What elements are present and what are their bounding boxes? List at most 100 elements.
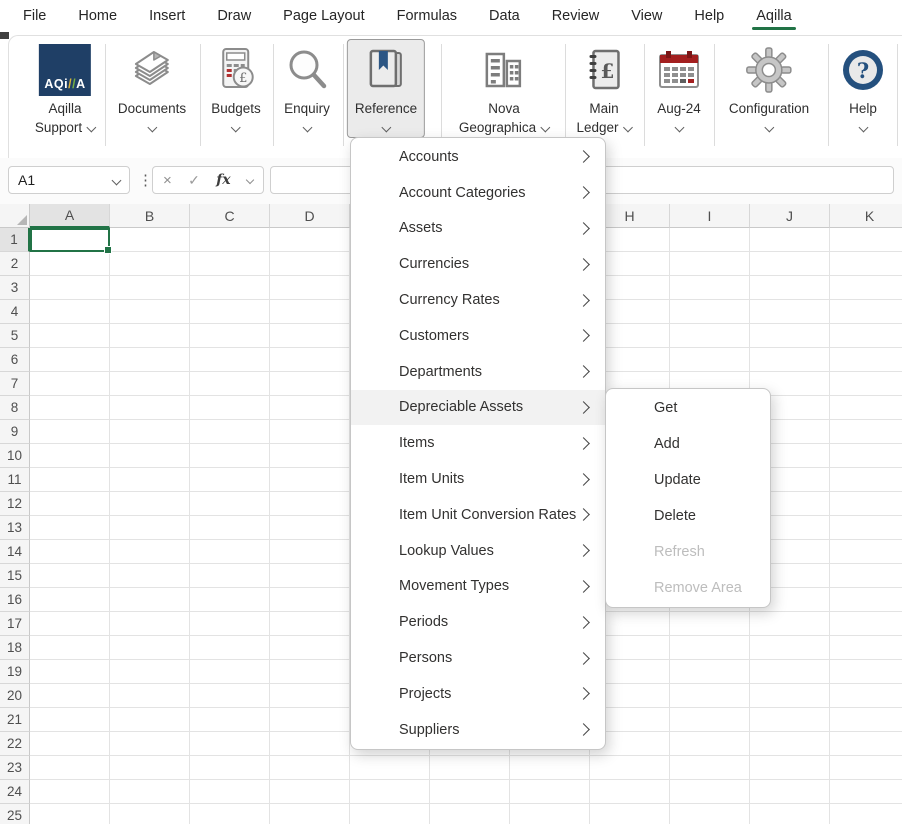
aqilla-support-button[interactable]: AQi//A Aqilla Support	[35, 41, 95, 137]
nova-geographica-button[interactable]: Nova Geographica	[459, 41, 549, 137]
row-header[interactable]: 2	[0, 252, 30, 276]
column-header[interactable]: A	[30, 204, 110, 228]
menubar-tab[interactable]: Home	[77, 3, 118, 29]
row-header[interactable]: 3	[0, 276, 30, 300]
column-header[interactable]: B	[110, 204, 190, 228]
row-header[interactable]: 17	[0, 612, 30, 636]
reference-menu-item[interactable]: Item Unit Conversion Rates	[351, 497, 605, 533]
row-header[interactable]: 20	[0, 684, 30, 708]
row-header[interactable]: 21	[0, 708, 30, 732]
column-header[interactable]: C	[190, 204, 270, 228]
menubar-tab[interactable]: View	[630, 3, 663, 29]
reference-menu-item[interactable]: Assets	[351, 211, 605, 247]
column-header[interactable]: D	[270, 204, 350, 228]
row-header[interactable]: 9	[0, 420, 30, 444]
row-header[interactable]: 4	[0, 300, 30, 324]
row-header[interactable]: 11	[0, 468, 30, 492]
cancel-icon[interactable]: ×	[163, 172, 172, 189]
row-header[interactable]: 14	[0, 540, 30, 564]
menubar-tab[interactable]: Insert	[148, 3, 186, 29]
row-header[interactable]: 12	[0, 492, 30, 516]
reference-menu-item[interactable]: Lookup Values	[351, 533, 605, 569]
name-box[interactable]: A1	[8, 166, 130, 194]
column-header[interactable]: J	[750, 204, 830, 228]
reference-menu-item[interactable]: Persons	[351, 640, 605, 676]
menubar-tab[interactable]: File	[22, 3, 47, 29]
row-header-label: 1	[10, 232, 18, 247]
row-header[interactable]: 18	[0, 636, 30, 660]
row-header[interactable]: 24	[0, 780, 30, 804]
confirm-icon[interactable]: ✓	[188, 172, 200, 189]
row-header[interactable]: 16	[0, 588, 30, 612]
menubar-tab[interactable]: Aqilla	[755, 3, 792, 29]
menu-item-label: Currency Rates	[399, 292, 500, 308]
main-ledger-button[interactable]: £ Main Ledger	[576, 41, 631, 137]
active-cell-selection[interactable]	[30, 228, 110, 252]
reference-button[interactable]: Reference	[347, 39, 425, 138]
reference-menu-item[interactable]: Currencies	[351, 246, 605, 282]
row-header[interactable]: 10	[0, 444, 30, 468]
reference-menu-item[interactable]: Accounts	[351, 139, 605, 175]
column-header-label: H	[624, 208, 634, 224]
chevron-right-icon	[577, 473, 590, 486]
submenu-item[interactable]: Refresh	[606, 534, 770, 570]
reference-menu-item[interactable]: Departments	[351, 354, 605, 390]
submenu-item[interactable]: Get	[606, 390, 770, 426]
name-box-value: A1	[18, 172, 35, 188]
row-header[interactable]: 1	[0, 228, 30, 252]
menubar-tab-label: Page Layout	[283, 8, 364, 24]
period-button[interactable]: Aug-24	[655, 41, 703, 131]
select-all-corner[interactable]	[0, 204, 30, 228]
row-header[interactable]: 6	[0, 348, 30, 372]
formula-bar-grip-icon[interactable]: ⋮	[138, 171, 153, 189]
submenu-item[interactable]: Remove Area	[606, 570, 770, 606]
configuration-label: Configuration	[729, 99, 809, 118]
menubar-tab[interactable]: Data	[488, 3, 521, 29]
reference-menu-item[interactable]: Currency Rates	[351, 282, 605, 318]
reference-menu-item[interactable]: Projects	[351, 676, 605, 712]
menubar-tab[interactable]: Review	[551, 3, 601, 29]
submenu-item[interactable]: Delete	[606, 498, 770, 534]
row-header[interactable]: 15	[0, 564, 30, 588]
column-header[interactable]: I	[670, 204, 750, 228]
column-header-label: B	[145, 208, 154, 224]
menubar-tab[interactable]: Page Layout	[282, 3, 365, 29]
row-header[interactable]: 23	[0, 756, 30, 780]
reference-menu-item[interactable]: Account Categories	[351, 175, 605, 211]
row-header-label: 4	[11, 304, 19, 319]
documents-button[interactable]: Documents	[118, 41, 186, 131]
reference-menu-item[interactable]: Items	[351, 425, 605, 461]
submenu-item[interactable]: Add	[606, 426, 770, 462]
row-header[interactable]: 5	[0, 324, 30, 348]
row-header-label: 19	[7, 664, 22, 679]
menubar-tab[interactable]: Draw	[216, 3, 252, 29]
help-button[interactable]: ? Help	[839, 41, 887, 131]
insert-function-icon[interactable]: fx	[216, 172, 230, 188]
row-header[interactable]: 13	[0, 516, 30, 540]
calendar-icon	[655, 41, 703, 99]
row-header[interactable]: 8	[0, 396, 30, 420]
reference-menu-item[interactable]: Customers	[351, 318, 605, 354]
budgets-button[interactable]: £ Budgets	[211, 41, 261, 131]
menubar-tab-label: Review	[552, 8, 600, 24]
reference-menu-item[interactable]: Item Units	[351, 461, 605, 497]
row-header[interactable]: 25	[0, 804, 30, 824]
ribbon-separator	[200, 44, 201, 146]
row-header[interactable]: 7	[0, 372, 30, 396]
configuration-button[interactable]: Configuration	[729, 41, 809, 131]
reference-dropdown-menu: Accounts Account Categories Assets Curre…	[350, 137, 606, 750]
menubar-tab[interactable]: Formulas	[396, 3, 458, 29]
reference-menu-item[interactable]: Depreciable Assets	[351, 390, 605, 426]
reference-menu-item[interactable]: Periods	[351, 604, 605, 640]
menubar-tab[interactable]: Help	[693, 3, 725, 29]
enquiry-button[interactable]: Enquiry	[283, 41, 331, 131]
row-header-label: 15	[7, 568, 22, 583]
row-header-label: 21	[7, 712, 22, 727]
reference-menu-item[interactable]: Movement Types	[351, 569, 605, 605]
row-header[interactable]: 19	[0, 660, 30, 684]
reference-menu-item[interactable]: Suppliers	[351, 712, 605, 748]
chevron-right-icon	[577, 222, 590, 235]
column-header[interactable]: K	[830, 204, 902, 228]
submenu-item[interactable]: Update	[606, 462, 770, 498]
row-header[interactable]: 22	[0, 732, 30, 756]
